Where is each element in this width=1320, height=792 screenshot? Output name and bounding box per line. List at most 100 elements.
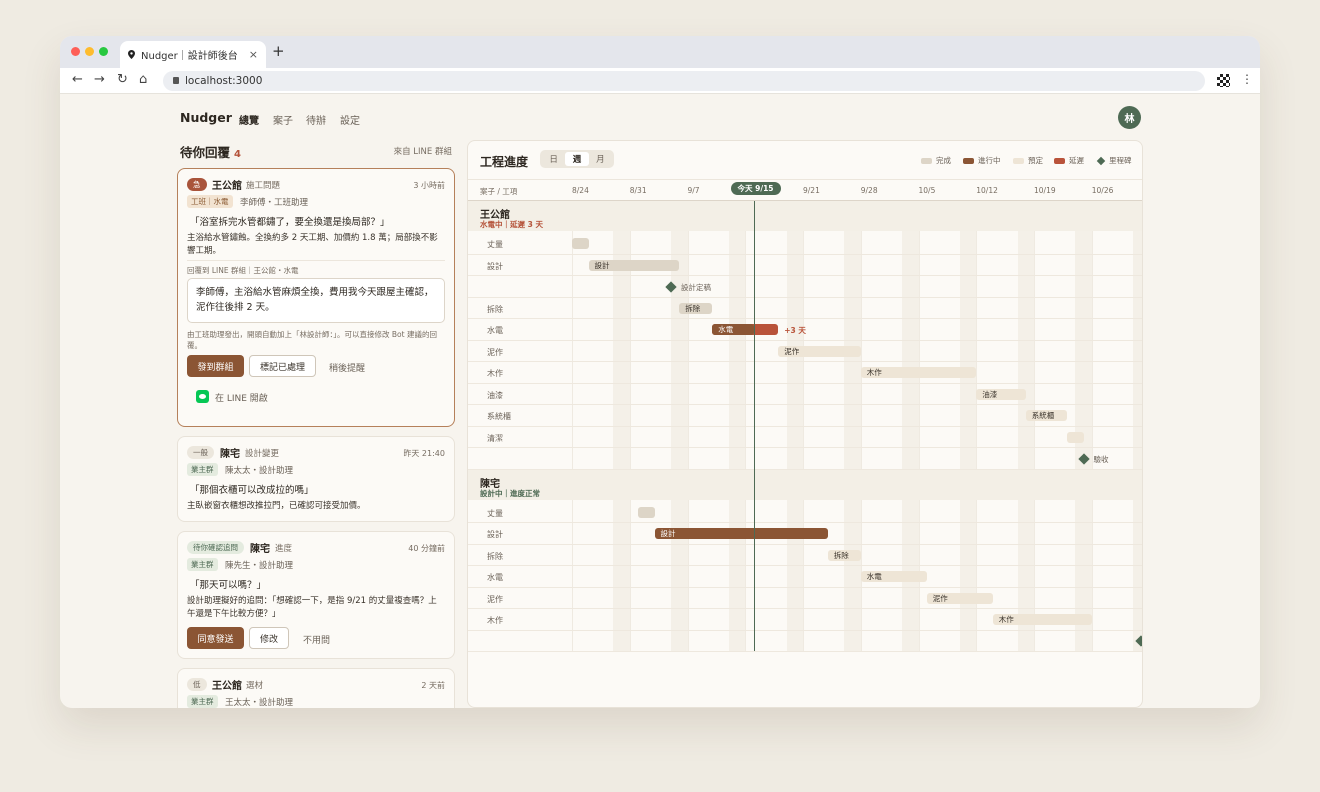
nav-todo[interactable]: 待辦 bbox=[306, 112, 326, 127]
milestone-icon[interactable] bbox=[1135, 635, 1142, 647]
task-bar[interactable]: 設計 bbox=[654, 528, 828, 539]
view-day[interactable]: 日 bbox=[542, 152, 565, 166]
card-summary: 主浴給水管鏽蝕。全換約多 2 天工期、加價約 1.8 萬；局部換不影響工期。 bbox=[187, 233, 438, 256]
address-bar[interactable]: localhost:3000 bbox=[163, 71, 1205, 91]
task-bar[interactable]: 拆除 bbox=[827, 549, 861, 561]
project-header[interactable]: 陳宅 設計中｜進度正常 bbox=[468, 469, 1142, 500]
send-to-group-button[interactable]: 發到群組 bbox=[187, 355, 244, 377]
inbox-source: 來自 LINE 群組 bbox=[393, 147, 452, 157]
nav-projects[interactable]: 案子 bbox=[273, 112, 293, 127]
priority-badge: 低 bbox=[187, 678, 207, 691]
task-row: 泥作 泥作 bbox=[468, 588, 1142, 609]
milestone-icon[interactable] bbox=[1077, 452, 1090, 465]
task-bar[interactable]: 泥作 bbox=[778, 345, 861, 357]
task-row: 拆除 拆除 bbox=[468, 298, 1142, 319]
approve-send-button[interactable]: 同意發送 bbox=[187, 627, 244, 649]
mark-handled-button[interactable]: 標記已處理 bbox=[249, 355, 316, 377]
axis-tick: 10/12 bbox=[976, 186, 998, 195]
task-bar[interactable]: 水電 bbox=[712, 324, 754, 335]
task-label: 設計 bbox=[487, 530, 503, 539]
gantt-body: 王公館 水電中｜延遲 3 天丈量 設計 設計 設計定稿 拆除 拆除 水電 +3 天水電 泥作 泥作木… bbox=[468, 201, 1142, 707]
lock-icon bbox=[173, 77, 179, 84]
milestone-icon[interactable] bbox=[665, 280, 677, 293]
task-bar[interactable]: 油漆 bbox=[976, 388, 1026, 400]
task-label: 丈量 bbox=[487, 240, 503, 249]
card-quote: 「浴室拆完水管都鏽了，要全換還是換局部？」 bbox=[190, 217, 390, 228]
task-row: 清潔 bbox=[468, 427, 1142, 448]
card-time: 40 分鐘前 bbox=[408, 544, 445, 553]
browser-menu-icon[interactable]: ⋮ bbox=[1241, 72, 1253, 86]
task-label: 設計 bbox=[487, 261, 503, 271]
edit-button[interactable]: 修改 bbox=[249, 627, 289, 649]
legend-active: 進行中 bbox=[963, 155, 1001, 166]
nav-overview[interactable]: 總覽 bbox=[239, 112, 259, 127]
view-month[interactable]: 月 bbox=[589, 152, 612, 166]
back-arrow-icon[interactable]: ← bbox=[72, 72, 83, 87]
task-row: 拆除 拆除 bbox=[468, 545, 1142, 566]
close-tab-icon[interactable]: × bbox=[249, 48, 258, 61]
extension-icon[interactable] bbox=[1217, 74, 1230, 87]
today-marker[interactable]: 今天 9/15 bbox=[730, 182, 781, 195]
axis-tick: 9/7 bbox=[687, 186, 700, 195]
task-bar[interactable]: 泥作 bbox=[926, 592, 993, 604]
app-logo[interactable]: Nudger bbox=[180, 110, 232, 125]
project-header[interactable]: 王公館 水電中｜延遲 3 天 bbox=[468, 201, 1142, 231]
browser-tab[interactable]: Nudger｜設計師後台 × bbox=[120, 41, 266, 68]
card-project: 王公館 bbox=[212, 681, 242, 692]
task-bar[interactable]: 系統櫃 bbox=[1025, 410, 1067, 421]
legend-label: 進行中 bbox=[978, 156, 1001, 165]
task-bar[interactable]: 設計 bbox=[588, 259, 680, 271]
card-summary: 主臥嵌窗衣櫃想改推拉門，已確認可接受加價。 bbox=[187, 501, 366, 511]
avatar[interactable]: 林 bbox=[1118, 106, 1141, 129]
legend-swatch bbox=[1013, 157, 1024, 164]
project-status: 設計中｜進度正常 bbox=[480, 488, 540, 498]
view-week[interactable]: 週 bbox=[565, 152, 589, 166]
location-pin-icon bbox=[128, 50, 135, 59]
inbox-card-3[interactable]: 待你確認追問 陳宅 進度 40 分鐘前 業主群 陳先生・設計助理 「那天可以嗎？… bbox=[177, 531, 455, 659]
inbox-card-4[interactable]: 低 王公館 選材 2 天前 業主群 王太太・設計助理 bbox=[177, 668, 455, 708]
task-label: 木作 bbox=[487, 369, 503, 378]
card-summary: 設計助理擬好的追問：「想確認一下，是指 9/21 的丈量複查嗎？上午還是下午比較… bbox=[187, 596, 437, 619]
axis-tick: 9/28 bbox=[860, 186, 878, 195]
task-bar[interactable] bbox=[638, 506, 655, 518]
axis-tick: 10/19 bbox=[1034, 186, 1056, 195]
project-status: 水電中｜延遲 3 天 bbox=[480, 220, 543, 229]
task-bar[interactable]: 木作 bbox=[860, 367, 977, 378]
card-project: 陳宅 bbox=[220, 449, 240, 460]
task-bar[interactable]: 木作 bbox=[992, 614, 1092, 625]
legend-swatch bbox=[1054, 157, 1065, 164]
axis-tick: 10/5 bbox=[918, 186, 936, 195]
task-bar[interactable]: 水電 bbox=[860, 571, 927, 582]
axis-label: 案子 / 工項 bbox=[480, 187, 518, 196]
maximize-window-button[interactable] bbox=[99, 47, 108, 56]
task-row: 油漆 油漆 bbox=[468, 384, 1142, 405]
reply-textarea[interactable]: 李師傅，主浴給水管麻煩全換，費用我今天跟屋主確認，泥作往後排 2 天。 bbox=[187, 278, 445, 323]
inbox-title: 待你回覆 4 bbox=[180, 142, 241, 161]
nav-settings[interactable]: 設定 bbox=[340, 112, 360, 127]
inbox-card-1[interactable]: 急 王公館 施工問題 3 小時前 工班｜水電 李師傅・工班助理 「浴室拆完水管都… bbox=[177, 168, 455, 427]
milestone-icon bbox=[1096, 156, 1106, 165]
task-bar[interactable] bbox=[1067, 431, 1084, 443]
task-row bbox=[468, 631, 1142, 652]
task-bar[interactable]: 拆除 bbox=[679, 302, 713, 314]
forward-arrow-icon[interactable]: → bbox=[94, 72, 105, 87]
remind-later-button[interactable]: 稍後提醒 bbox=[329, 361, 365, 374]
new-tab-button[interactable]: + bbox=[272, 42, 285, 60]
reload-icon[interactable]: ↻ bbox=[117, 72, 128, 87]
browser-window: Nudger｜設計師後台 × + ← → ↻ ⌂ localhost:3000 … bbox=[60, 36, 1260, 708]
legend-label: 完成 bbox=[936, 156, 951, 165]
minimize-window-button[interactable] bbox=[85, 47, 94, 56]
inbox-card-2[interactable]: 一般 陳宅 設計變更 昨天 21:40 業主群 陳太太・設計助理 「那個衣櫃可以… bbox=[177, 436, 455, 522]
home-icon[interactable]: ⌂ bbox=[139, 72, 147, 87]
skip-ask-button[interactable]: 不用問 bbox=[303, 633, 330, 646]
open-in-line-link[interactable]: 在 LINE 開啟 bbox=[215, 391, 268, 404]
gantt-axis: 案子 / 工項 8/24 8/31 9/7 9/21 9/28 10/5 10/12 10/1… bbox=[468, 179, 1142, 201]
card-sender: 王太太・設計助理 bbox=[225, 698, 294, 708]
tab-strip: Nudger｜設計師後台 × + bbox=[60, 36, 1260, 68]
card-time: 3 小時前 bbox=[413, 181, 445, 190]
task-row: 丈量 bbox=[468, 233, 1142, 255]
task-row: 泥作 泥作 bbox=[468, 341, 1142, 362]
task-label: 水電 bbox=[487, 573, 503, 582]
task-bar[interactable] bbox=[572, 238, 589, 249]
close-window-button[interactable] bbox=[71, 47, 80, 56]
